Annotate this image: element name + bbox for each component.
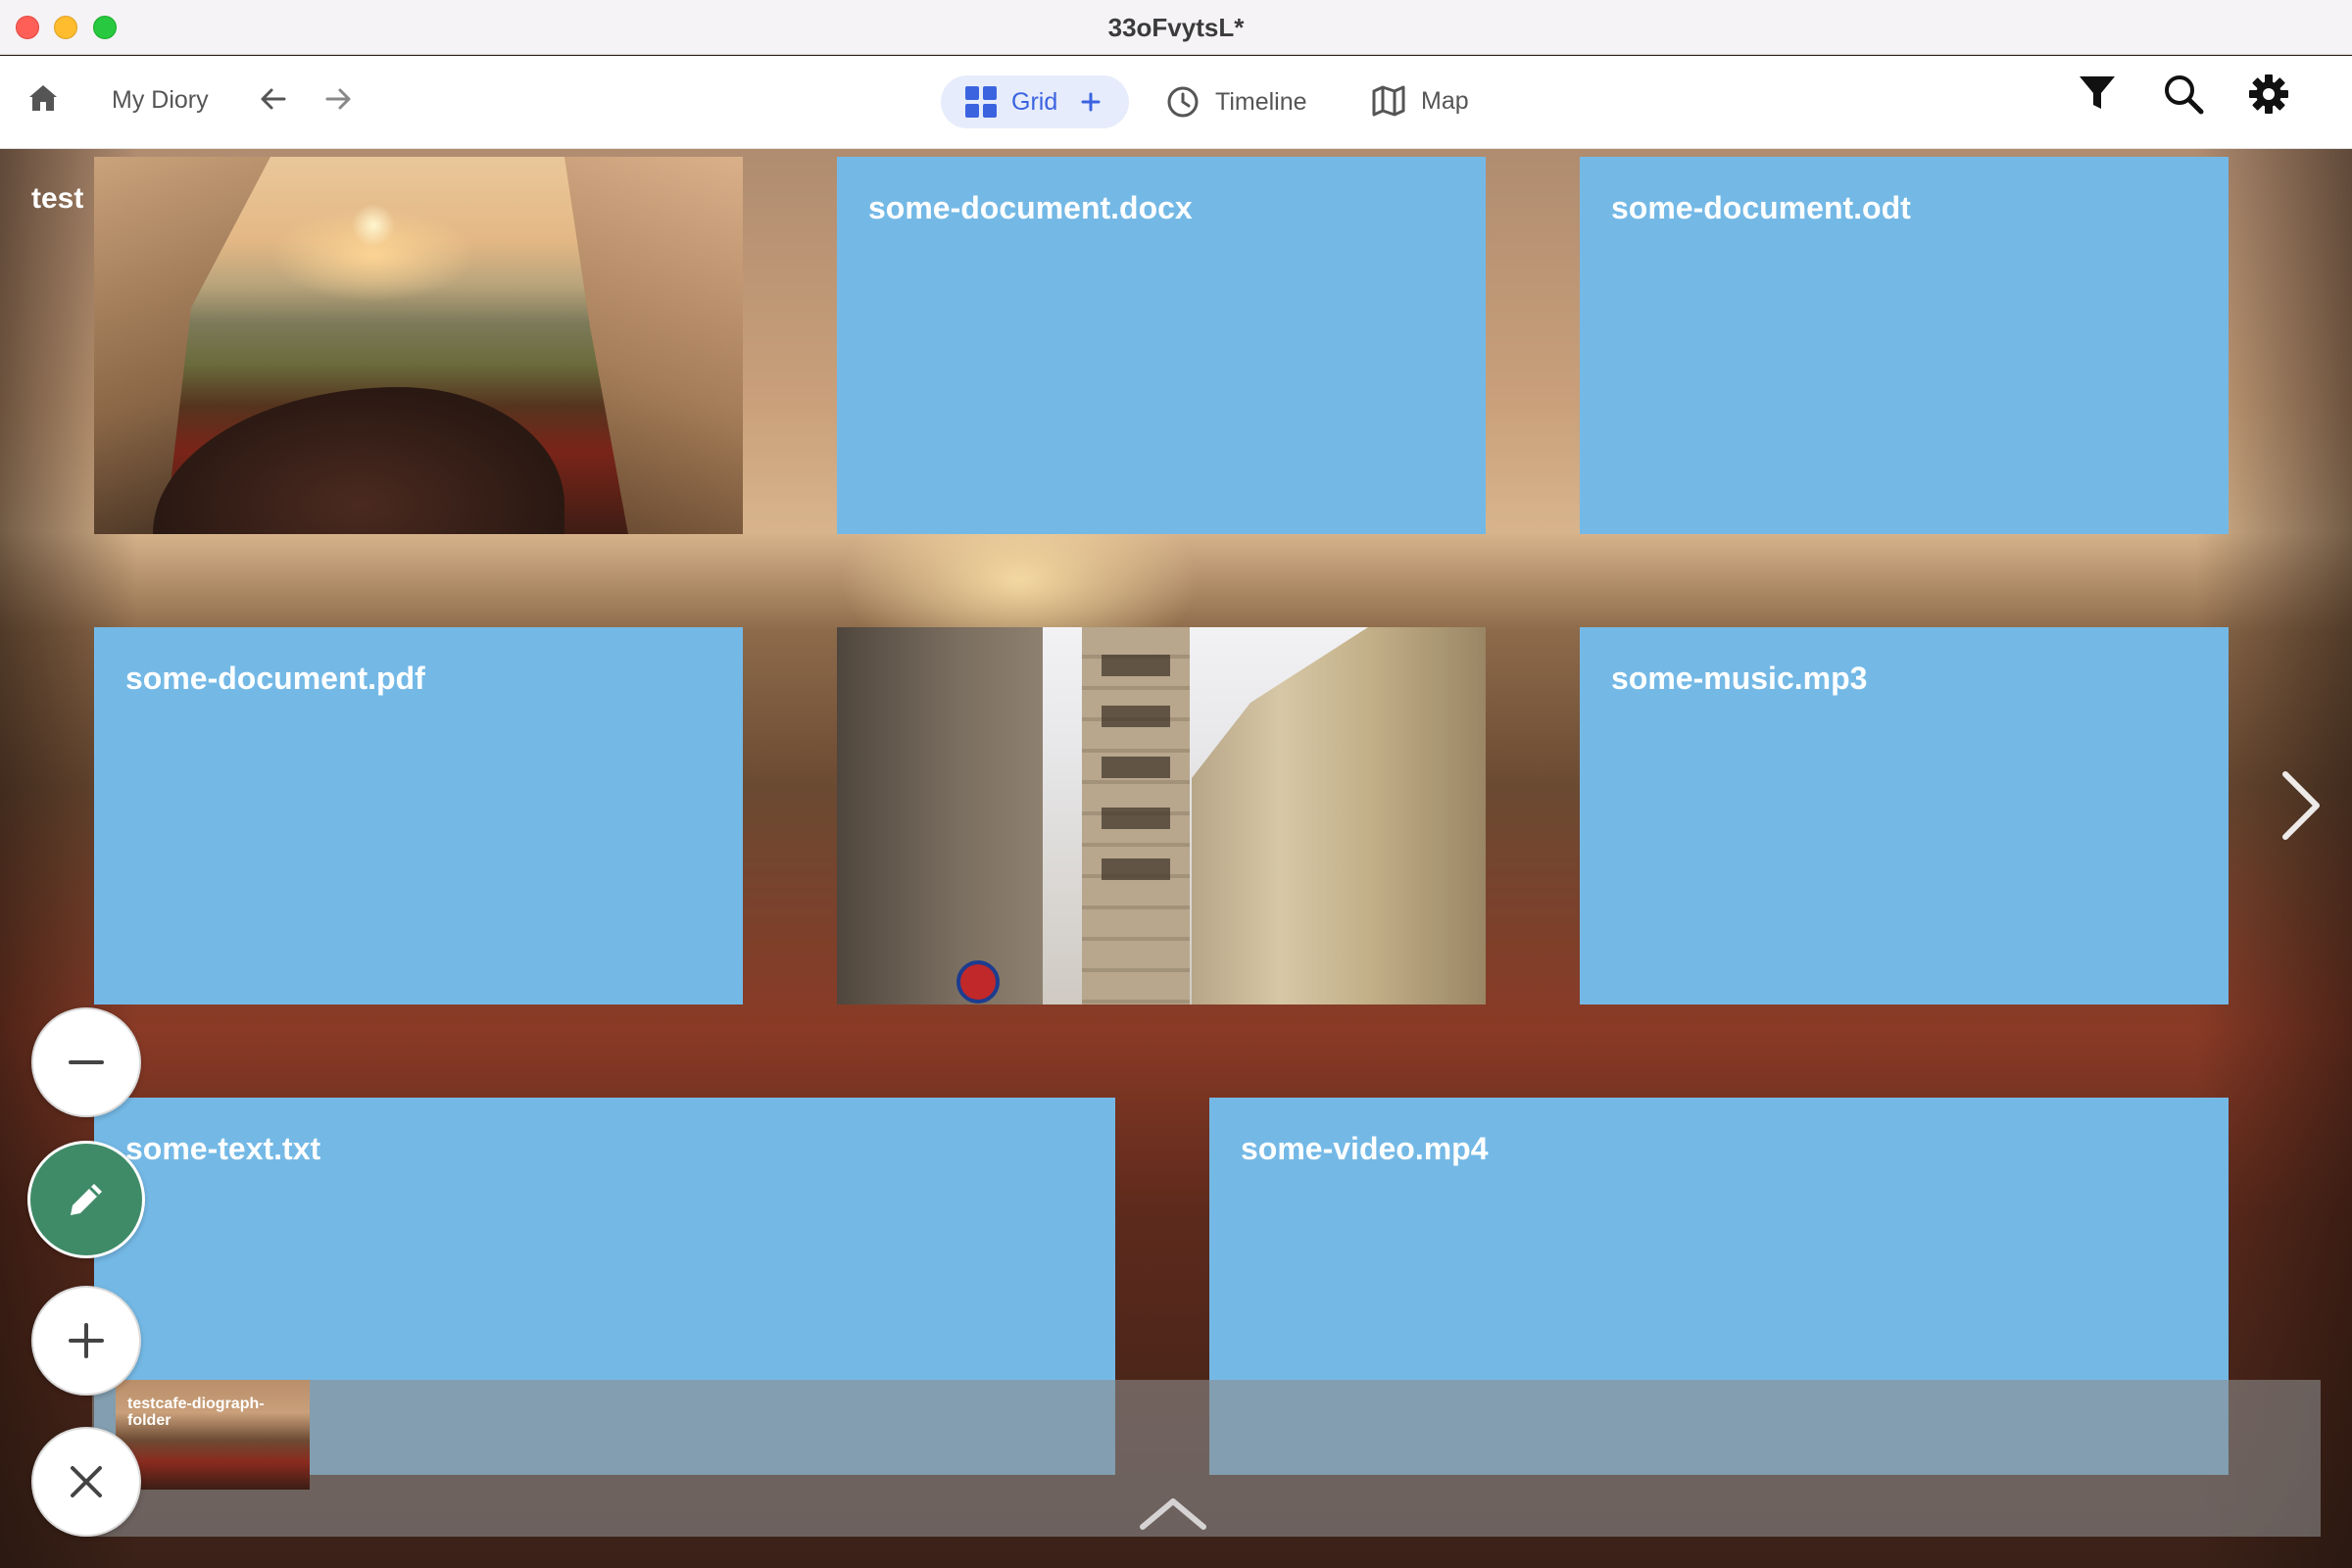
next-page-button[interactable] xyxy=(2276,766,2325,850)
plus-icon[interactable] xyxy=(1081,92,1101,112)
grid-icon xyxy=(965,86,997,118)
search-button[interactable] xyxy=(2163,74,2204,115)
grid-label: Grid xyxy=(1011,87,1058,116)
gear-icon xyxy=(2249,74,2288,114)
timeline-label: Timeline xyxy=(1215,87,1307,116)
expand-story-strip-button[interactable] xyxy=(1137,1494,1209,1538)
diory-tile-photo[interactable] xyxy=(94,157,743,534)
story-title: test xyxy=(31,182,84,215)
home-button[interactable] xyxy=(27,83,59,113)
arrow-left-icon xyxy=(261,88,286,110)
map-icon xyxy=(1372,85,1405,117)
minus-icon xyxy=(69,1060,104,1064)
grid-view: test some-document.docx some-document.od… xyxy=(0,149,2352,1568)
close-icon xyxy=(71,1466,102,1497)
search-icon xyxy=(2165,75,2204,115)
zoom-out-button[interactable] xyxy=(31,1007,141,1117)
photo-detail xyxy=(837,627,1043,1004)
filter-icon xyxy=(2080,76,2115,109)
tile-label: some-video.mp4 xyxy=(1241,1131,1489,1166)
map-label: Map xyxy=(1421,86,1469,115)
diory-tile[interactable]: some-document.odt xyxy=(1580,157,2229,534)
my-diory-link[interactable]: My Diory xyxy=(112,86,209,115)
clock-icon xyxy=(1167,86,1199,118)
window-titlebar: 33oFvytsL* xyxy=(0,0,2352,55)
diory-tile[interactable]: some-document.pdf xyxy=(94,627,743,1004)
diory-tile[interactable]: some-music.mp3 xyxy=(1580,627,2229,1004)
chevron-up-icon xyxy=(1140,1498,1206,1530)
chevron-right-icon xyxy=(2282,771,2320,840)
photo-detail xyxy=(956,960,1000,1004)
diory-tile-photo[interactable] xyxy=(837,627,1486,1004)
my-diory-label: My Diory xyxy=(112,86,209,114)
photo-detail xyxy=(1192,627,1486,1004)
photo-detail xyxy=(153,387,564,534)
close-button[interactable] xyxy=(31,1427,141,1537)
tile-label: some-text.txt xyxy=(125,1131,321,1166)
forward-button[interactable] xyxy=(323,85,353,113)
home-icon xyxy=(29,85,57,111)
tile-label: some-document.odt xyxy=(1611,190,1911,225)
tile-label: some-music.mp3 xyxy=(1611,661,1868,696)
pencil-icon xyxy=(71,1184,102,1215)
story-thumbnail[interactable]: testcafe-diograph-folder xyxy=(116,1380,310,1490)
settings-button[interactable] xyxy=(2248,74,2289,115)
timeline-view-tab[interactable]: Timeline xyxy=(1166,85,1307,119)
grid-view-tab[interactable]: Grid xyxy=(941,75,1129,128)
photo-detail xyxy=(1102,637,1170,892)
story-thumbnail-label: testcafe-diograph-folder xyxy=(127,1396,265,1429)
edit-button[interactable] xyxy=(27,1141,145,1258)
tile-label: some-document.docx xyxy=(868,190,1193,225)
arrow-right-icon xyxy=(325,88,351,110)
toolbar: My Diory Grid Timeline Map xyxy=(0,56,2352,149)
tile-label: some-document.pdf xyxy=(125,661,425,696)
filter-button[interactable] xyxy=(2078,74,2117,113)
map-view-tab[interactable]: Map xyxy=(1372,85,1469,117)
back-button[interactable] xyxy=(259,85,288,113)
plus-icon xyxy=(69,1323,104,1358)
add-button[interactable] xyxy=(31,1286,141,1396)
diory-tile[interactable]: some-document.docx xyxy=(837,157,1486,534)
window-title: 33oFvytsL* xyxy=(1107,13,1245,42)
